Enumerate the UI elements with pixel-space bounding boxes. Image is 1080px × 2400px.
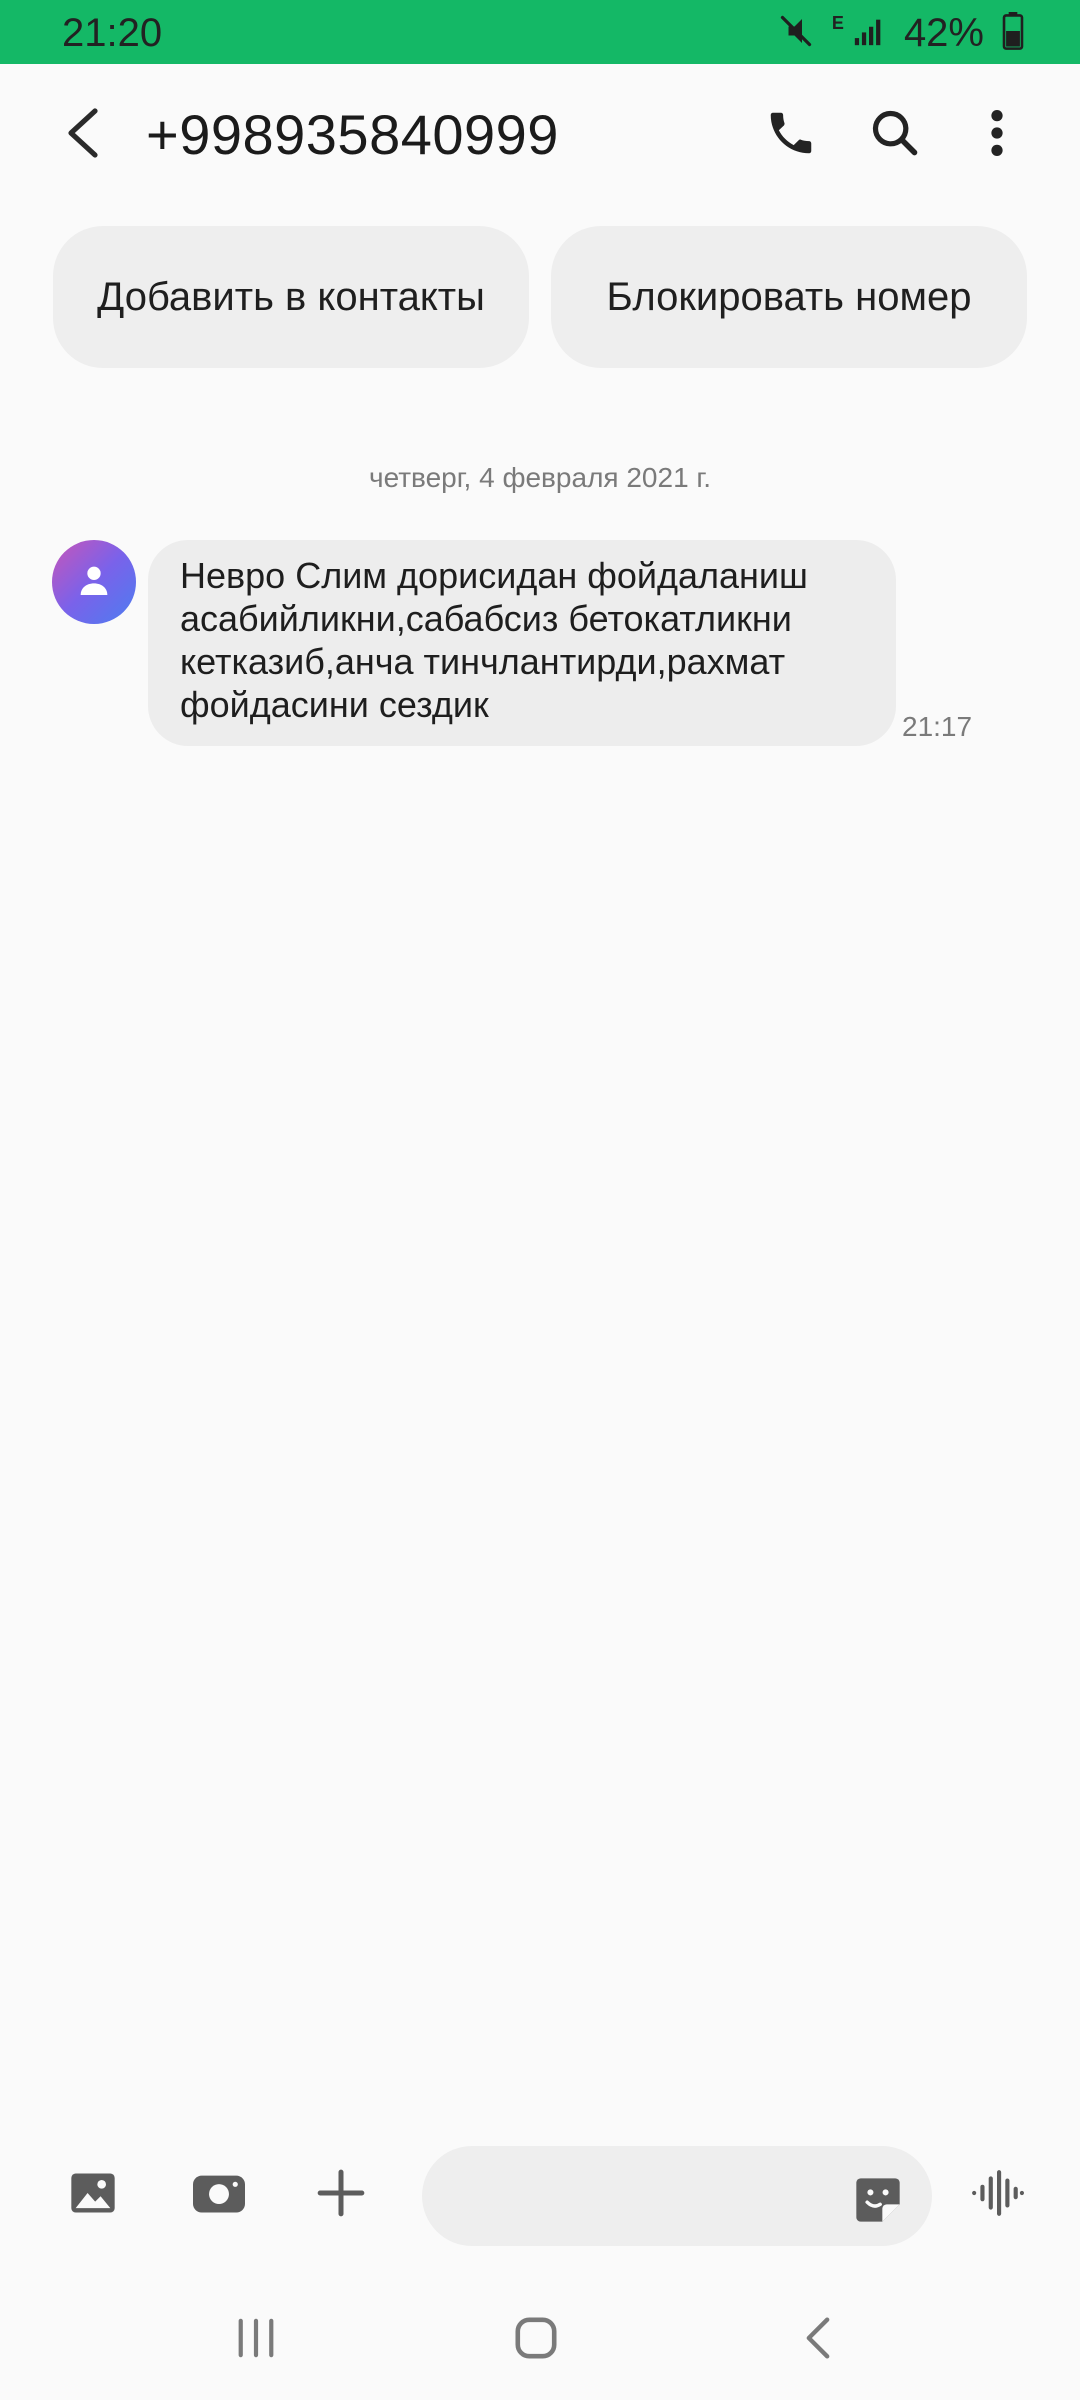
message-timestamp: 21:17 bbox=[902, 711, 973, 742]
mute-icon bbox=[778, 13, 814, 54]
avatar[interactable] bbox=[52, 540, 136, 624]
voice-icon bbox=[970, 2168, 1024, 2223]
recents-button[interactable] bbox=[216, 2310, 296, 2370]
search-icon bbox=[869, 107, 921, 164]
sticker-button[interactable] bbox=[848, 2172, 908, 2232]
back-icon bbox=[801, 2316, 835, 2365]
person-icon bbox=[74, 560, 114, 605]
add-to-contacts-button[interactable]: Добавить в контакты bbox=[53, 226, 529, 368]
camera-button[interactable] bbox=[184, 2160, 254, 2230]
home-button[interactable] bbox=[496, 2310, 576, 2370]
status-time: 21:20 bbox=[62, 11, 163, 55]
attach-button[interactable] bbox=[306, 2160, 376, 2230]
composer bbox=[0, 2140, 1080, 2250]
navigation-bar bbox=[0, 2290, 1080, 2390]
status-icons: E 42% bbox=[778, 10, 1024, 56]
signal-icon bbox=[852, 14, 886, 53]
phone-icon bbox=[764, 106, 818, 165]
contact-title: +998935840999 bbox=[146, 103, 559, 166]
voice-button[interactable] bbox=[962, 2160, 1032, 2230]
sticker-icon bbox=[852, 2174, 904, 2231]
home-icon bbox=[513, 2315, 559, 2366]
back-button[interactable] bbox=[50, 102, 116, 168]
gallery-button[interactable] bbox=[58, 2160, 128, 2230]
call-button[interactable] bbox=[758, 102, 824, 168]
message-line: фойдасини сездик bbox=[180, 684, 489, 725]
block-number-button[interactable]: Блокировать номер bbox=[551, 226, 1027, 368]
battery-icon bbox=[1002, 11, 1024, 55]
back-arrow-icon bbox=[63, 107, 103, 164]
status-bar: 21:20 E 42% bbox=[0, 0, 1080, 64]
app-bar: +998935840999 bbox=[0, 64, 1080, 212]
message-line: Невро Слим дорисидан фойдаланиш bbox=[180, 555, 808, 596]
network-type: E bbox=[831, 12, 844, 33]
date-divider: четверг, 4 февраля 2021 г. bbox=[368, 462, 711, 493]
more-options-button[interactable] bbox=[964, 102, 1030, 168]
camera-icon bbox=[190, 2167, 248, 2224]
message-line: асабийликни,сабабсиз бетокатликни bbox=[180, 598, 792, 639]
search-button[interactable] bbox=[862, 102, 928, 168]
battery-percent: 42% bbox=[903, 11, 984, 55]
message-line: кетказиб,анча тинчлантирди,рахмат bbox=[180, 641, 786, 682]
message-bubble[interactable]: Невро Слим дорисидан фойдаланиш асабийли… bbox=[148, 540, 896, 746]
recents-icon bbox=[233, 2317, 279, 2364]
system-back-button[interactable] bbox=[778, 2310, 858, 2370]
gallery-icon bbox=[67, 2167, 119, 2224]
plus-icon bbox=[316, 2168, 366, 2223]
more-vertical-icon bbox=[987, 107, 1007, 164]
